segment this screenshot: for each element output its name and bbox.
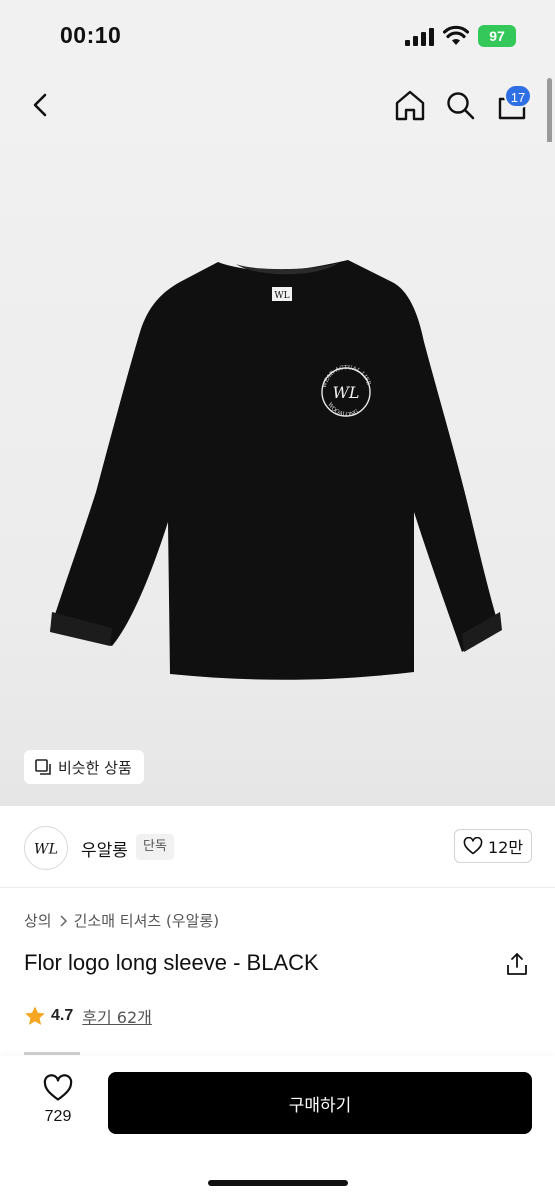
- back-arrow-icon[interactable]: [26, 88, 56, 122]
- buy-button[interactable]: 구매하기: [108, 1072, 532, 1134]
- similar-products-label: 비슷한 상품: [58, 758, 132, 777]
- brand-row: WL 우알롱 단독 12만: [0, 806, 555, 888]
- status-time: 00:10: [60, 22, 122, 48]
- breadcrumb: 상의 긴소매 티셔츠 (우알롱): [24, 910, 219, 931]
- tab-indicator: [24, 1052, 80, 1055]
- battery-indicator: 97: [478, 25, 516, 47]
- shirt-illustration: WL WL WEAR ACTUAL LIFE WOOALONG: [50, 260, 502, 680]
- wishlist-button[interactable]: 729: [36, 1074, 80, 1132]
- svg-text:WL: WL: [332, 383, 359, 402]
- svg-text:WL: WL: [274, 291, 289, 301]
- signal-icon: [405, 28, 434, 46]
- product-image[interactable]: WL WL WEAR ACTUAL LIFE WOOALONG: [0, 142, 555, 806]
- breadcrumb-subcategory[interactable]: 긴소매 티셔츠 (우알롱): [74, 910, 219, 931]
- brand-like-count: 12만: [487, 838, 524, 857]
- brand-name[interactable]: 우알롱: [81, 836, 128, 861]
- cart-count-badge: 17: [504, 84, 532, 108]
- status-bar: 00:10 97: [0, 0, 555, 72]
- brand-logo[interactable]: WL: [24, 826, 68, 870]
- review-count-link[interactable]: 후기 62개: [82, 1004, 152, 1028]
- home-indicator: [208, 1180, 348, 1186]
- exclusive-badge: 단독: [136, 834, 174, 860]
- breadcrumb-category[interactable]: 상의: [24, 910, 52, 931]
- copy-icon: [35, 759, 51, 775]
- heart-icon: [463, 837, 483, 855]
- chevron-right-icon: [60, 914, 67, 927]
- heart-icon: [43, 1074, 73, 1101]
- nav-bar: [0, 72, 555, 142]
- similar-products-button[interactable]: 비슷한 상품: [24, 750, 144, 784]
- star-icon: [25, 1006, 45, 1025]
- brand-like-button[interactable]: 12만: [454, 829, 532, 863]
- svg-text:WL: WL: [34, 842, 58, 858]
- wifi-icon: [443, 25, 469, 45]
- home-icon[interactable]: [394, 88, 426, 122]
- product-title: Flor logo long sleeve - BLACK: [24, 950, 319, 975]
- wishlist-count: 729: [44, 1108, 72, 1125]
- share-icon[interactable]: [505, 951, 529, 977]
- search-icon[interactable]: [444, 88, 476, 122]
- rating-value: 4.7: [51, 1007, 74, 1024]
- rating-row: 4.7 후기 62개: [24, 1004, 152, 1028]
